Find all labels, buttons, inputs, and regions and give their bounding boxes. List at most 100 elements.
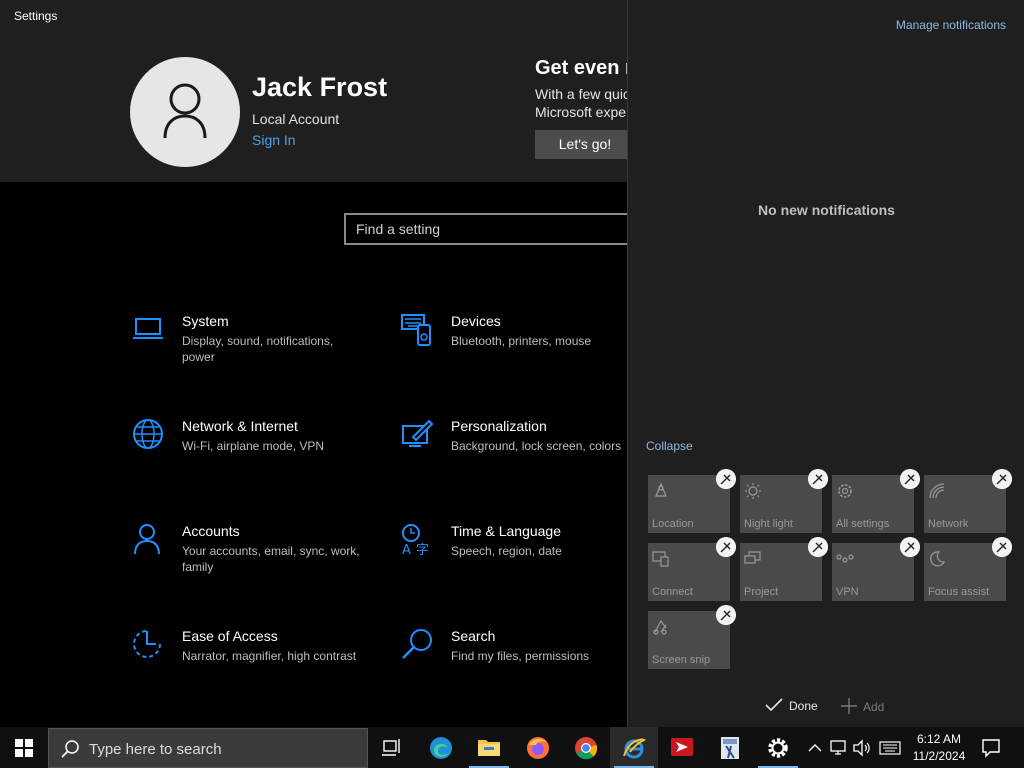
unpin-icon[interactable] xyxy=(992,469,1012,489)
category-desc: Speech, region, date xyxy=(451,544,562,558)
taskbar-app-red-app[interactable] xyxy=(658,727,706,768)
keyboard-icon xyxy=(401,314,431,346)
taskbar-app-firefox[interactable] xyxy=(514,727,562,768)
firefox-icon xyxy=(527,737,549,759)
action-center-icon[interactable] xyxy=(981,738,1001,758)
add-button[interactable]: Add xyxy=(841,698,884,714)
find-setting-input[interactable]: Find a setting xyxy=(344,213,644,245)
tile-label: Night light xyxy=(744,518,793,530)
category-network[interactable]: Network & Internet Wi-Fi, airplane mode,… xyxy=(132,418,372,488)
connect-icon xyxy=(652,551,669,567)
task-view-button[interactable] xyxy=(368,727,416,768)
unpin-icon[interactable] xyxy=(716,605,736,625)
category-title: Ease of Access xyxy=(182,628,278,644)
chrome-icon xyxy=(575,737,598,760)
taskbar-app-file-explorer[interactable] xyxy=(465,727,513,768)
task-view-icon xyxy=(382,739,400,756)
sun-icon xyxy=(745,483,761,499)
category-accounts[interactable]: Accounts Your accounts, email, sync, wor… xyxy=(132,523,372,593)
quick-action-vpn[interactable]: VPN xyxy=(832,537,920,601)
done-button[interactable]: Done xyxy=(765,698,818,713)
network-status-icon[interactable] xyxy=(830,739,848,757)
windows-logo-icon xyxy=(15,739,33,757)
category-desc: Wi-Fi, airplane mode, VPN xyxy=(182,439,325,453)
category-title: Accounts xyxy=(182,523,240,539)
folder-icon xyxy=(478,740,500,756)
network-icon xyxy=(929,483,945,499)
taskbar-app-calculator[interactable] xyxy=(706,727,754,768)
time-language-icon: A 字 xyxy=(402,524,429,557)
quick-action-all-settings[interactable]: All settings xyxy=(832,469,920,533)
edge-icon xyxy=(430,737,452,759)
gear-icon xyxy=(838,484,852,498)
taskbar-search-placeholder: Type here to search xyxy=(89,741,222,758)
category-title: System xyxy=(182,313,229,329)
taskbar-app-settings[interactable] xyxy=(754,727,802,768)
collapse-link[interactable]: Collapse xyxy=(646,439,693,453)
category-desc: Bluetooth, printers, mouse xyxy=(451,334,592,348)
category-title: Devices xyxy=(451,313,501,329)
manage-notifications-link[interactable]: Manage notifications xyxy=(896,18,1006,32)
tile-label: Connect xyxy=(652,586,693,598)
unpin-icon[interactable] xyxy=(992,537,1012,557)
category-system[interactable]: System Display, sound, notifications, po… xyxy=(132,313,372,383)
add-label: Add xyxy=(863,700,885,714)
sign-in-link[interactable]: Sign In xyxy=(252,132,296,148)
unpin-icon[interactable] xyxy=(716,537,736,557)
volume-icon[interactable] xyxy=(853,739,871,757)
quick-action-location[interactable]: Location xyxy=(648,469,736,533)
search-icon xyxy=(61,740,79,758)
quick-action-network[interactable]: Network xyxy=(924,469,1012,533)
unpin-icon[interactable] xyxy=(716,469,736,489)
category-devices[interactable]: Devices Bluetooth, printers, mouse xyxy=(401,313,641,383)
start-button[interactable] xyxy=(0,727,48,768)
unpin-icon[interactable] xyxy=(900,537,920,557)
red-arrow-app-icon xyxy=(671,738,693,756)
paintbrush-icon xyxy=(402,419,434,447)
account-type: Local Account xyxy=(252,111,340,127)
category-title: Personalization xyxy=(451,418,547,434)
tile-label: Location xyxy=(652,518,694,530)
screen-snip-icon xyxy=(653,619,667,635)
window-title: Settings xyxy=(14,9,58,23)
desktop: Settings Jack Frost Local Account Sign I… xyxy=(0,0,1024,768)
vpn-icon xyxy=(836,554,854,563)
taskbar-app-internet-explorer[interactable] xyxy=(610,727,658,768)
gear-icon xyxy=(768,738,788,758)
clock-date[interactable]: 11/2/2024 xyxy=(905,749,973,763)
category-search[interactable]: Search Find my files, permissions xyxy=(401,628,641,698)
category-ease-of-access[interactable]: Ease of Access Narrator, magnifier, high… xyxy=(132,628,372,698)
tile-label: Screen snip xyxy=(652,654,711,666)
unpin-icon[interactable] xyxy=(808,537,828,557)
user-name: Jack Frost xyxy=(252,72,388,102)
chevron-up-icon[interactable] xyxy=(808,743,822,753)
tile-label: Network xyxy=(928,518,969,530)
category-time-language[interactable]: A 字 Time & Language Speech, region, date xyxy=(401,523,641,593)
clock-time[interactable]: 6:12 AM xyxy=(905,732,973,746)
category-desc: Find my files, permissions xyxy=(451,649,590,663)
tile-label: Project xyxy=(744,586,779,598)
taskbar: Type here to search 6:12 AM 11/2/2024 xyxy=(0,727,1024,768)
taskbar-app-chrome[interactable] xyxy=(562,727,610,768)
lets-go-button[interactable]: Let's go! xyxy=(535,130,635,159)
category-title: Time & Language xyxy=(451,523,561,539)
quick-action-night-light[interactable]: Night light xyxy=(740,469,828,533)
calculator-icon xyxy=(721,737,739,759)
done-label: Done xyxy=(789,699,818,713)
globe-icon xyxy=(133,419,163,449)
unpin-icon[interactable] xyxy=(808,469,828,489)
quick-action-project[interactable]: Project xyxy=(740,537,828,601)
keyboard-icon[interactable] xyxy=(879,741,901,755)
avatar[interactable] xyxy=(130,57,240,167)
taskbar-search-box[interactable]: Type here to search xyxy=(48,728,368,768)
checkmark-icon xyxy=(765,698,783,712)
taskbar-app-edge[interactable] xyxy=(417,727,465,768)
quick-action-screen-snip[interactable]: Screen snip xyxy=(648,605,736,669)
category-personalization[interactable]: Personalization Background, lock screen,… xyxy=(401,418,641,488)
internet-explorer-icon xyxy=(623,738,646,759)
quick-action-connect[interactable]: Connect xyxy=(648,537,736,601)
category-desc: Display, sound, notifications, power xyxy=(182,334,334,364)
quick-action-focus-assist[interactable]: Focus assist xyxy=(924,537,1012,601)
action-center-panel: Manage notifications No new notification… xyxy=(627,0,1024,727)
unpin-icon[interactable] xyxy=(900,469,920,489)
